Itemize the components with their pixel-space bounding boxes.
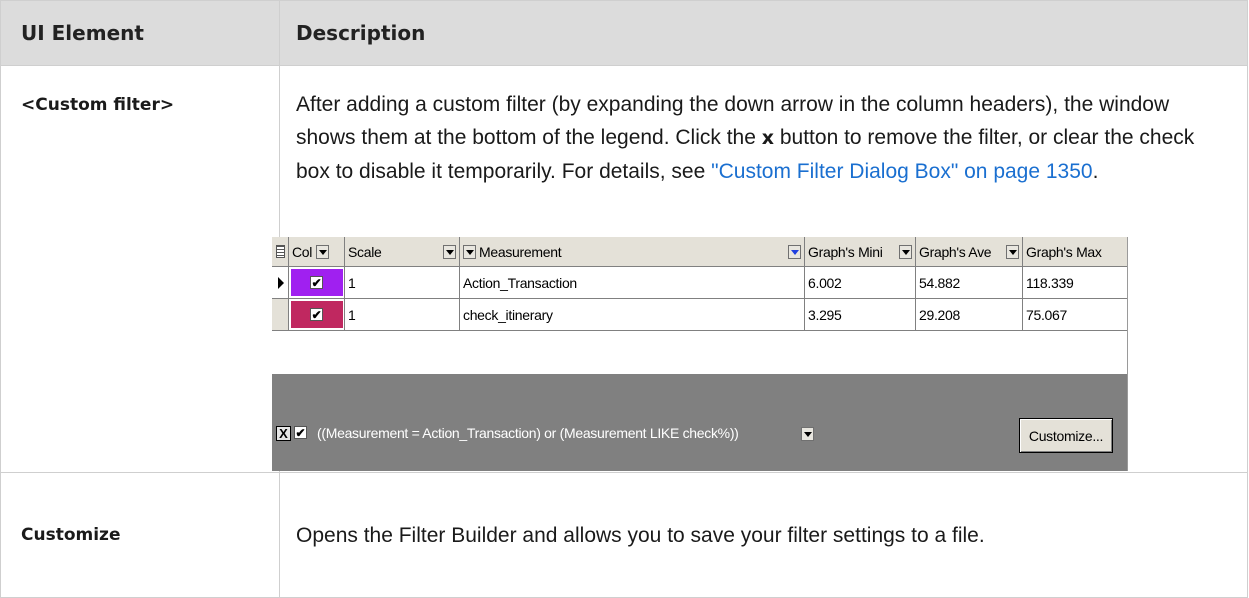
series-color-cell[interactable]: ✔ bbox=[289, 267, 345, 298]
series-visible-checkbox[interactable]: ✔ bbox=[310, 308, 323, 321]
desc-text-end: . bbox=[1092, 160, 1099, 183]
desc-bold-x: x bbox=[761, 127, 775, 149]
measurement-filter-active-icon[interactable] bbox=[788, 244, 801, 259]
series-color-cell[interactable]: ✔ bbox=[289, 299, 345, 330]
min-dropdown-icon[interactable] bbox=[899, 244, 912, 259]
col-header-scale-label: Scale bbox=[348, 243, 382, 260]
ave-dropdown-icon[interactable] bbox=[1006, 244, 1019, 259]
table-header-row: UI Element Description bbox=[0, 0, 1248, 66]
measurement-dropdown-left-icon[interactable] bbox=[463, 244, 476, 259]
column-chooser-icon[interactable] bbox=[272, 237, 289, 266]
col-header-col[interactable]: Col bbox=[289, 237, 345, 266]
legend-row-check-itinerary[interactable]: ✔ 1 check_itinerary 3.295 29.208 75.067 bbox=[272, 299, 1127, 331]
min-cell: 3.295 bbox=[805, 299, 916, 330]
description-customize: Opens the Filter Builder and allows you … bbox=[279, 472, 1248, 598]
header-description: Description bbox=[279, 0, 1248, 66]
row-selector bbox=[272, 299, 289, 330]
custom-filter-dialog-link[interactable]: "Custom Filter Dialog Box" on page 1350 bbox=[711, 160, 1092, 183]
custom-filter-bar: X ✔ ((Measurement = Action_Transaction) … bbox=[272, 374, 1127, 471]
element-name-customize: Customize bbox=[0, 472, 280, 598]
col-dropdown-icon[interactable] bbox=[315, 244, 329, 259]
filter-expression: ((Measurement = Action_Transaction) or (… bbox=[317, 425, 739, 441]
col-header-ave[interactable]: Graph's Ave bbox=[916, 237, 1023, 266]
measurement-cell: check_itinerary bbox=[460, 299, 805, 330]
min-cell: 6.002 bbox=[805, 267, 916, 298]
legend-row-action-transaction[interactable]: ✔ 1 Action_Transaction 6.002 54.882 118.… bbox=[272, 267, 1127, 299]
filter-history-dropdown-icon[interactable] bbox=[801, 427, 814, 441]
customize-button[interactable]: Customize... bbox=[1019, 418, 1113, 453]
col-header-col-label: Col bbox=[292, 243, 313, 260]
row-pointer-icon bbox=[272, 267, 289, 298]
legend-screenshot: Col Scale Measurement Graph's Mini Graph… bbox=[272, 237, 1128, 471]
remove-filter-button[interactable]: X bbox=[276, 426, 291, 441]
series-color-swatch: ✔ bbox=[290, 301, 343, 328]
table-row-customize: Customize Opens the Filter Builder and a… bbox=[0, 472, 1248, 598]
measurement-cell: Action_Transaction bbox=[460, 267, 805, 298]
ave-cell: 29.208 bbox=[916, 299, 1023, 330]
header-ui-element: UI Element bbox=[0, 0, 280, 66]
col-header-measurement-label: Measurement bbox=[479, 243, 562, 260]
legend-header-row: Col Scale Measurement Graph's Mini Graph… bbox=[272, 237, 1127, 267]
max-cell: 118.339 bbox=[1026, 274, 1074, 291]
col-header-max[interactable]: Graph's Max bbox=[1023, 237, 1127, 266]
col-header-min-label: Graph's Mini bbox=[808, 243, 883, 260]
col-header-scale[interactable]: Scale bbox=[345, 237, 460, 266]
element-name-custom-filter: <Custom filter> bbox=[0, 65, 280, 473]
filter-enable-checkbox[interactable]: ✔ bbox=[294, 426, 307, 439]
scale-dropdown-icon[interactable] bbox=[443, 244, 456, 259]
col-header-max-label: Graph's Max bbox=[1026, 243, 1102, 260]
scale-cell: 1 bbox=[345, 267, 460, 298]
col-header-ave-label: Graph's Ave bbox=[919, 243, 992, 260]
scale-cell: 1 bbox=[345, 299, 460, 330]
col-header-min[interactable]: Graph's Mini bbox=[805, 237, 916, 266]
col-header-measurement[interactable]: Measurement bbox=[460, 237, 805, 266]
ave-cell: 54.882 bbox=[916, 267, 1023, 298]
series-color-swatch: ✔ bbox=[290, 269, 343, 296]
max-cell: 75.067 bbox=[1026, 306, 1068, 323]
series-visible-checkbox[interactable]: ✔ bbox=[310, 276, 323, 289]
